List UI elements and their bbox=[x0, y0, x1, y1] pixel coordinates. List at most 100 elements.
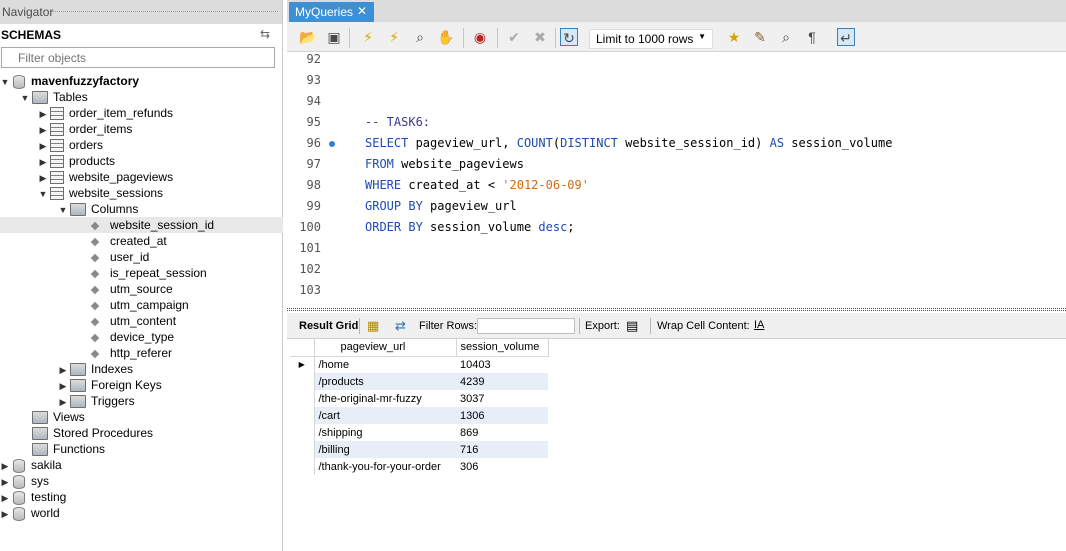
refresh-icon[interactable]: ⇆ bbox=[260, 27, 270, 41]
collapsed-arrow-icon[interactable]: ▶ bbox=[38, 170, 48, 186]
code-line[interactable]: WHERE created_at < '2012-06-09' bbox=[365, 178, 589, 192]
table-row[interactable]: /shipping 869 bbox=[290, 424, 548, 441]
tree-item-products[interactable]: ▶ products bbox=[38, 153, 115, 169]
execute-icon[interactable]: ⚡ bbox=[359, 28, 377, 46]
tree-item-user-id[interactable]: user_id bbox=[78, 249, 149, 265]
cell-session-volume[interactable]: 3037 bbox=[456, 390, 548, 407]
tree-item-orders[interactable]: ▶ orders bbox=[38, 137, 103, 153]
cell-session-volume[interactable]: 4239 bbox=[456, 373, 548, 390]
column-header-pageview-url[interactable]: pageview_url bbox=[314, 339, 457, 357]
collapsed-arrow-icon[interactable]: ▶ bbox=[58, 362, 68, 378]
tree-item-order-items[interactable]: ▶ order_items bbox=[38, 121, 132, 137]
pane-splitter[interactable] bbox=[287, 308, 1066, 311]
execute-current-icon[interactable]: ⚡ bbox=[385, 28, 403, 46]
snippet-star-icon[interactable]: ★ bbox=[725, 28, 743, 46]
collapsed-arrow-icon[interactable]: ▶ bbox=[38, 154, 48, 170]
tree-item-stored-procedures[interactable]: Stored Procedures bbox=[20, 425, 153, 441]
cell-pageview-url[interactable]: /shipping bbox=[314, 424, 456, 441]
invisible-chars-icon[interactable]: ¶ bbox=[803, 28, 821, 46]
stop-icon[interactable]: ✋ bbox=[437, 28, 455, 46]
export-icon[interactable]: ▤ bbox=[626, 318, 638, 334]
expanded-arrow-icon[interactable]: ▼ bbox=[58, 202, 68, 218]
wrap-lines-icon[interactable]: ↵ bbox=[837, 28, 855, 46]
filter-rows-input[interactable] bbox=[477, 318, 575, 334]
cell-session-volume[interactable]: 306 bbox=[456, 458, 548, 475]
tree-item-world[interactable]: ▶ world bbox=[0, 505, 60, 521]
tree-item-utm-campaign[interactable]: utm_campaign bbox=[78, 297, 189, 313]
cell-pageview-url[interactable]: /cart bbox=[314, 407, 456, 424]
tree-item-views[interactable]: Views bbox=[20, 409, 85, 425]
cell-pageview-url[interactable]: /thank-you-for-your-order bbox=[314, 458, 456, 475]
result-grid-tab[interactable]: Result Grid bbox=[299, 320, 358, 332]
rollback-icon[interactable]: ✖ bbox=[531, 28, 549, 46]
cell-pageview-url[interactable]: /the-original-mr-fuzzy bbox=[314, 390, 456, 407]
table-row[interactable]: ▶/home 10403 bbox=[290, 356, 548, 373]
save-icon[interactable]: ▣ bbox=[325, 28, 343, 46]
code-line[interactable]: GROUP BY pageview_url bbox=[365, 199, 517, 213]
cell-pageview-url[interactable]: /products bbox=[314, 373, 456, 390]
tree-item-mavenfuzzyfactory[interactable]: ▼ mavenfuzzyfactory bbox=[0, 73, 139, 89]
table-row[interactable]: /the-original-mr-fuzzy 3037 bbox=[290, 390, 548, 407]
tree-item-utm-content[interactable]: utm_content bbox=[78, 313, 176, 329]
tree-item-indexes[interactable]: ▶ Indexes bbox=[58, 361, 133, 377]
tree-item-functions[interactable]: Functions bbox=[20, 441, 105, 457]
tree-item-website-pageviews[interactable]: ▶ website_pageviews bbox=[38, 169, 173, 185]
limit-rows-select[interactable]: Limit to 1000 rows ▼ bbox=[589, 29, 713, 49]
tab-myqueries[interactable]: MyQueries ✕ bbox=[289, 2, 374, 22]
tree-item-order-item-refunds[interactable]: ▶ order_item_refunds bbox=[38, 105, 173, 121]
sql-code-area[interactable]: 92 93 94 95 -- TASK6: 96 SELECT pageview_url, … bbox=[287, 52, 1066, 308]
cell-session-volume[interactable]: 1306 bbox=[456, 407, 548, 424]
code-line[interactable]: SELECT pageview_url, COUNT(DISTINCT webs… bbox=[365, 136, 892, 150]
cell-session-volume[interactable]: 869 bbox=[456, 424, 548, 441]
collapsed-arrow-icon[interactable]: ▶ bbox=[38, 106, 48, 122]
close-icon[interactable]: ✕ bbox=[357, 4, 367, 18]
tree-item-sys[interactable]: ▶ sys bbox=[0, 473, 49, 489]
collapsed-arrow-icon[interactable]: ▶ bbox=[0, 474, 10, 490]
collapsed-arrow-icon[interactable]: ▶ bbox=[38, 138, 48, 154]
tree-item-testing[interactable]: ▶ testing bbox=[0, 489, 66, 505]
commit-icon[interactable]: ✔ bbox=[505, 28, 523, 46]
cell-session-volume[interactable]: 716 bbox=[456, 441, 548, 458]
tree-item-utm-source[interactable]: utm_source bbox=[78, 281, 173, 297]
autocommit-icon[interactable]: ↻ bbox=[560, 28, 578, 46]
filter-objects-input[interactable] bbox=[18, 51, 274, 65]
explain-icon[interactable]: ⌕ bbox=[411, 28, 429, 46]
collapsed-arrow-icon[interactable]: ▶ bbox=[38, 122, 48, 138]
grid-view-icon[interactable]: ▦ bbox=[367, 318, 379, 334]
tree-item-website-session-id[interactable]: website_session_id bbox=[0, 217, 283, 233]
toggle-error-icon[interactable]: ◉ bbox=[471, 28, 489, 46]
table-row[interactable]: /products 4239 bbox=[290, 373, 548, 390]
cell-pageview-url[interactable]: /billing bbox=[314, 441, 456, 458]
tree-item-website-sessions[interactable]: ▼ website_sessions bbox=[38, 185, 163, 201]
collapsed-arrow-icon[interactable]: ▶ bbox=[0, 490, 10, 506]
tree-item-foreign-keys[interactable]: ▶ Foreign Keys bbox=[58, 377, 162, 393]
expanded-arrow-icon[interactable]: ▼ bbox=[0, 74, 10, 90]
table-row[interactable]: /cart 1306 bbox=[290, 407, 548, 424]
open-file-icon[interactable]: 📂 bbox=[299, 28, 317, 46]
cell-pageview-url[interactable]: /home bbox=[314, 356, 456, 373]
result-grid[interactable]: pageview_url session_volume ▶/home 10403/… bbox=[290, 339, 549, 475]
column-header-session-volume[interactable]: session_volume bbox=[456, 339, 549, 357]
expanded-arrow-icon[interactable]: ▼ bbox=[20, 90, 30, 106]
tree-item-http-referer[interactable]: http_referer bbox=[78, 345, 172, 361]
tree-item-tables[interactable]: ▼ Tables bbox=[20, 89, 88, 105]
collapsed-arrow-icon[interactable]: ▶ bbox=[58, 394, 68, 410]
table-row[interactable]: /thank-you-for-your-order 306 bbox=[290, 458, 548, 475]
tree-item-device-type[interactable]: device_type bbox=[78, 329, 174, 345]
tree-item-is-repeat-session[interactable]: is_repeat_session bbox=[78, 265, 207, 281]
refresh-icon[interactable]: ⇄ bbox=[395, 318, 406, 334]
tree-item-created-at[interactable]: created_at bbox=[78, 233, 167, 249]
collapsed-arrow-icon[interactable]: ▶ bbox=[0, 506, 10, 522]
collapsed-arrow-icon[interactable]: ▶ bbox=[0, 458, 10, 474]
table-row[interactable]: /billing 716 bbox=[290, 441, 548, 458]
collapsed-arrow-icon[interactable]: ▶ bbox=[58, 378, 68, 394]
code-line[interactable]: -- TASK6: bbox=[365, 115, 430, 129]
wrap-cell-icon[interactable]: IA bbox=[754, 319, 764, 331]
cell-session-volume[interactable]: 10403 bbox=[456, 356, 548, 373]
filter-objects-field[interactable] bbox=[1, 47, 275, 68]
tree-item-triggers[interactable]: ▶ Triggers bbox=[58, 393, 135, 409]
find-icon[interactable]: ⌕ bbox=[777, 28, 795, 46]
tree-item-sakila[interactable]: ▶ sakila bbox=[0, 457, 62, 473]
expanded-arrow-icon[interactable]: ▼ bbox=[38, 186, 48, 202]
tree-item-columns[interactable]: ▼ Columns bbox=[58, 201, 138, 217]
